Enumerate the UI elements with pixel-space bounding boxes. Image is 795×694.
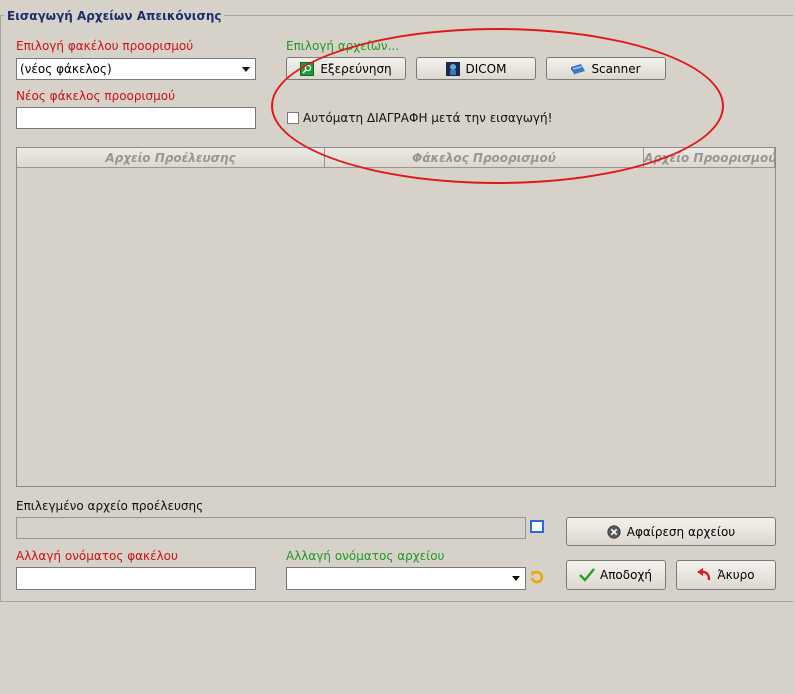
column-dest-folder[interactable]: Φάκελος Προορισμού: [325, 148, 644, 168]
rename-file-select[interactable]: [286, 567, 526, 590]
accept-button[interactable]: Αποδοχή: [566, 560, 666, 590]
files-table[interactable]: Αρχείο Προέλευσης Φάκελος Προορισμού Αρχ…: [16, 147, 776, 487]
scanner-icon: [571, 62, 586, 76]
auto-delete-label: Αυτόματη ΔΙΑΓΡΑΦΗ μετά την εισαγωγή!: [303, 111, 553, 125]
new-folder-input[interactable]: [16, 107, 256, 129]
rename-folder-input[interactable]: [16, 567, 256, 590]
rename-file-label: Αλλαγή ονόματος αρχείου: [286, 549, 445, 563]
explore-button[interactable]: Εξερεύνηση: [286, 57, 406, 80]
explore-button-label: Εξερεύνηση: [320, 61, 392, 76]
rename-folder-label: Αλλαγή ονόματος φακέλου: [16, 549, 178, 563]
dicom-button[interactable]: DICOM: [416, 57, 536, 80]
scanner-button-label: Scanner: [591, 61, 641, 76]
search-icon: [300, 61, 315, 76]
dest-folder-label: Επιλογή φακέλου προορισμού: [16, 39, 194, 53]
new-folder-label: Νέος φάκελος προορισμού: [16, 89, 176, 103]
remove-file-button[interactable]: Αφαίρεση αρχείου: [566, 517, 776, 546]
check-icon: [579, 568, 595, 582]
chevron-down-icon[interactable]: [509, 570, 523, 586]
chevron-down-icon[interactable]: [239, 61, 253, 77]
selected-source-field: [16, 517, 526, 539]
scanner-button[interactable]: Scanner: [546, 57, 666, 80]
undo-icon: [697, 568, 711, 582]
accept-button-label: Αποδοχή: [600, 568, 652, 582]
remove-icon: [607, 524, 621, 539]
refresh-icon[interactable]: [529, 569, 545, 585]
dicom-button-label: DICOM: [465, 61, 507, 76]
table-header: Αρχείο Προέλευσης Φάκελος Προορισμού Αρχ…: [17, 148, 775, 168]
file-select-label: Επιλογή αρχείων...: [286, 39, 400, 53]
dest-folder-select[interactable]: (νέος φάκελος): [16, 58, 256, 80]
cancel-button-label: Άκυρο: [717, 568, 755, 582]
column-source-file[interactable]: Αρχείο Προέλευσης: [17, 148, 325, 168]
dicom-scan-icon: [445, 61, 460, 76]
group-title: Εισαγωγή Αρχείων Απεικόνισης: [4, 9, 225, 23]
cancel-button[interactable]: Άκυρο: [676, 560, 776, 590]
column-dest-file[interactable]: Αρχείο Προορισμού: [644, 148, 775, 168]
window-icon[interactable]: [530, 520, 544, 533]
dest-folder-value: (νέος φάκελος): [20, 62, 112, 76]
auto-delete-checkbox[interactable]: [287, 112, 299, 124]
remove-file-label: Αφαίρεση αρχείου: [626, 524, 736, 539]
selected-source-label: Επιλεγμένο αρχείο προέλευσης: [16, 499, 204, 513]
